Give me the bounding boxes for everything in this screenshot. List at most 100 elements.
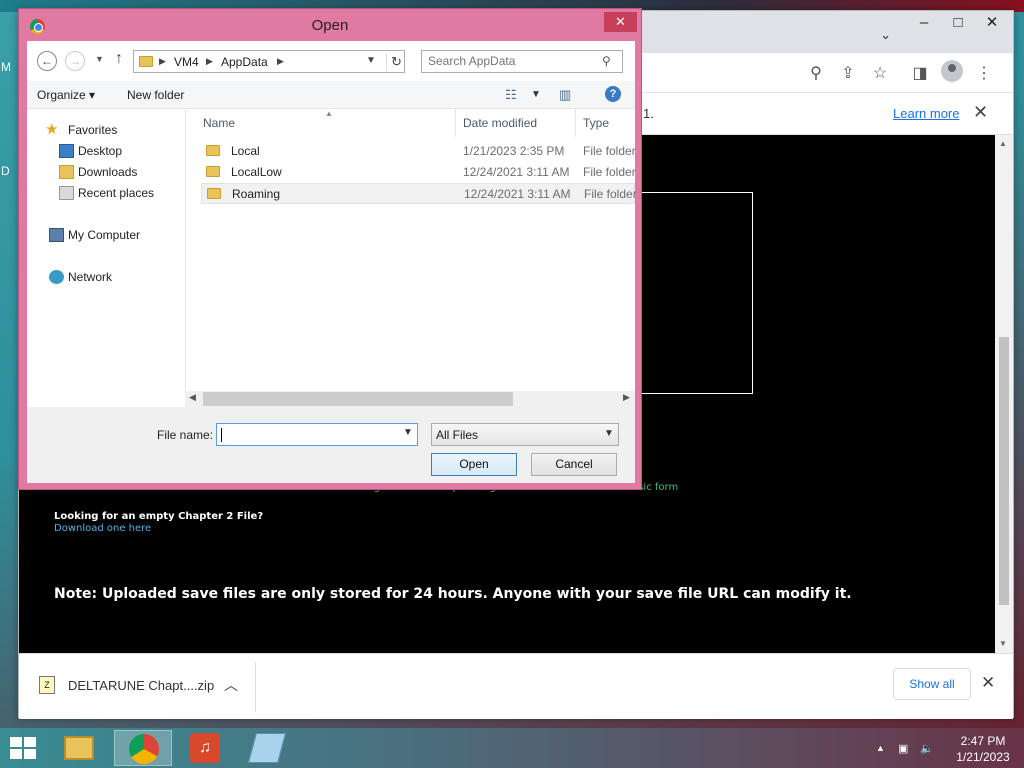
nav-recent-places[interactable]: Recent places (78, 186, 154, 200)
download-item-name[interactable]: DELTARUNE Chapt....zip (68, 678, 214, 693)
scroll-right-icon[interactable]: ▶ (623, 392, 630, 403)
preview-pane-icon[interactable]: ▥ (559, 87, 571, 103)
new-folder-button[interactable]: New folder (127, 88, 184, 102)
infobar-close-icon[interactable]: ✕ (973, 102, 988, 123)
column-separator[interactable] (575, 109, 576, 137)
download-empty-file-link[interactable]: Download one here (54, 523, 151, 534)
desktop-icon-label: M (1, 60, 11, 74)
column-header-date[interactable]: Date modified (463, 116, 537, 130)
desktop-icon (59, 144, 74, 158)
table-row[interactable]: LocalLow 12/24/2021 3:11 AM File folder (201, 162, 636, 183)
breadcrumb-separator-icon[interactable]: ▶ (277, 56, 284, 67)
nav-network[interactable]: Network (68, 270, 112, 284)
search-box[interactable]: ⚲ (421, 50, 623, 73)
infobar-text: 1. (643, 106, 654, 121)
downloads-folder-icon (59, 165, 74, 179)
breadcrumb-item[interactable]: VM4 (174, 55, 199, 69)
cancel-button[interactable]: Cancel (531, 453, 617, 476)
file-name-field[interactable]: ▼ (216, 423, 418, 446)
breadcrumb-separator-icon[interactable]: ▶ (159, 56, 166, 67)
chrome-menu-icon[interactable]: ⋮ (973, 63, 995, 85)
refresh-icon[interactable]: ↻ (386, 53, 406, 71)
share-icon[interactable]: ⇪ (837, 63, 859, 85)
file-name-dropdown-icon[interactable]: ▼ (403, 427, 413, 438)
taskbar-audio-app[interactable]: ♫ (176, 730, 234, 766)
network-tray-icon[interactable]: ▣ (898, 742, 908, 755)
row-name: Roaming (232, 187, 281, 201)
learn-more-link[interactable]: Learn more (893, 106, 959, 121)
address-bar[interactable]: ▶ VM4 ▶ AppData ▶ ▼ ↻ (133, 50, 405, 73)
file-explorer-icon (64, 736, 94, 760)
desktop-icon-label: D (1, 164, 10, 178)
row-name: Local (231, 144, 260, 158)
show-hidden-icons-chevron-icon[interactable]: ▲ (876, 743, 885, 753)
taskbar-file-explorer[interactable] (50, 730, 108, 766)
nav-my-computer[interactable]: My Computer (68, 228, 140, 242)
close-downloads-icon[interactable]: ✕ (981, 673, 995, 693)
organize-label: Organize (37, 88, 86, 102)
horizontal-scrollbar[interactable]: ◀ ▶ (185, 391, 635, 407)
upload-drop-area[interactable] (639, 192, 753, 394)
file-name-input[interactable] (221, 427, 397, 441)
zoom-search-icon[interactable]: ⚲ (805, 63, 827, 85)
up-folder-icon[interactable]: ↑ (115, 50, 123, 68)
back-icon[interactable]: ← (37, 51, 57, 71)
recent-locations-chevron-icon[interactable]: ▼ (95, 54, 104, 64)
nav-desktop[interactable]: Desktop (78, 144, 122, 158)
chrome-icon (129, 734, 159, 764)
search-input[interactable] (428, 54, 598, 68)
column-header-type[interactable]: Type (583, 116, 609, 130)
network-icon (49, 270, 64, 284)
scroll-thumb[interactable] (999, 337, 1009, 605)
volume-icon[interactable]: 🔈 (920, 742, 934, 755)
nav-downloads[interactable]: Downloads (78, 165, 137, 179)
start-button[interactable] (10, 737, 38, 759)
help-icon[interactable]: ? (605, 86, 621, 102)
dialog-close-button[interactable]: ✕ (604, 12, 637, 32)
breadcrumb-item[interactable]: AppData (221, 55, 268, 69)
table-row[interactable]: Local 1/21/2023 2:35 PM File folder (201, 141, 636, 162)
pane-divider[interactable] (185, 109, 186, 407)
close-window-button[interactable]: ✕ (975, 11, 1009, 35)
organize-button[interactable]: Organize ▾ (37, 88, 95, 102)
taskbar-chrome[interactable] (114, 730, 172, 766)
recent-places-icon (59, 186, 74, 200)
maximize-button[interactable]: □ (941, 11, 975, 35)
page-scrollbar[interactable]: ▲ ▼ (995, 135, 1013, 653)
file-type-select[interactable]: All Files ▼ (431, 423, 619, 446)
scroll-down-icon[interactable]: ▼ (999, 639, 1007, 648)
taskbar: ♫ ▲ ▣ 🔈 2:47 PM 1/21/2023 (0, 728, 1024, 768)
tab-search-chevron-icon[interactable]: ⌄ (880, 27, 891, 43)
empty-file-question: Looking for an empty Chapter 2 File? (54, 511, 264, 522)
row-name: LocalLow (231, 165, 282, 179)
scroll-left-icon[interactable]: ◀ (189, 392, 196, 403)
scroll-thumb[interactable] (203, 392, 513, 406)
search-icon[interactable]: ⚲ (602, 54, 611, 68)
chevron-down-icon: ▼ (604, 428, 614, 439)
file-name-label: File name: (157, 428, 214, 442)
folder-icon (206, 166, 220, 177)
nav-favorites[interactable]: Favorites (68, 123, 117, 137)
table-row[interactable]: Roaming 12/24/2021 3:11 AM File folder (201, 183, 637, 204)
minimize-button[interactable]: – (907, 11, 941, 35)
column-header-name[interactable]: Name (203, 116, 235, 130)
address-dropdown-icon[interactable]: ▼ (366, 55, 376, 66)
view-options-icon[interactable]: ☷ (505, 87, 517, 103)
system-clock[interactable]: 2:47 PM 1/21/2023 (948, 733, 1018, 765)
chevron-up-icon[interactable]: ︿ (224, 675, 238, 695)
profile-avatar-icon[interactable] (941, 60, 963, 82)
bookmark-star-icon[interactable]: ☆ (869, 63, 891, 85)
taskbar-notepad[interactable] (238, 730, 296, 766)
headphones-icon: ♫ (190, 733, 220, 763)
divider (255, 662, 256, 712)
breadcrumb-separator-icon[interactable]: ▶ (206, 56, 213, 67)
row-type: File folder (583, 165, 636, 179)
column-separator[interactable] (455, 109, 456, 137)
open-button[interactable]: Open (431, 453, 517, 476)
scroll-up-icon[interactable]: ▲ (999, 139, 1007, 148)
side-panel-icon[interactable]: ◨ (909, 63, 931, 85)
view-dropdown-icon[interactable]: ▼ (531, 89, 541, 100)
show-all-button[interactable]: Show all (893, 668, 971, 700)
dialog-footer: File name: ▼ All Files ▼ Open Cancel (27, 407, 635, 483)
forward-icon[interactable]: → (65, 51, 85, 71)
